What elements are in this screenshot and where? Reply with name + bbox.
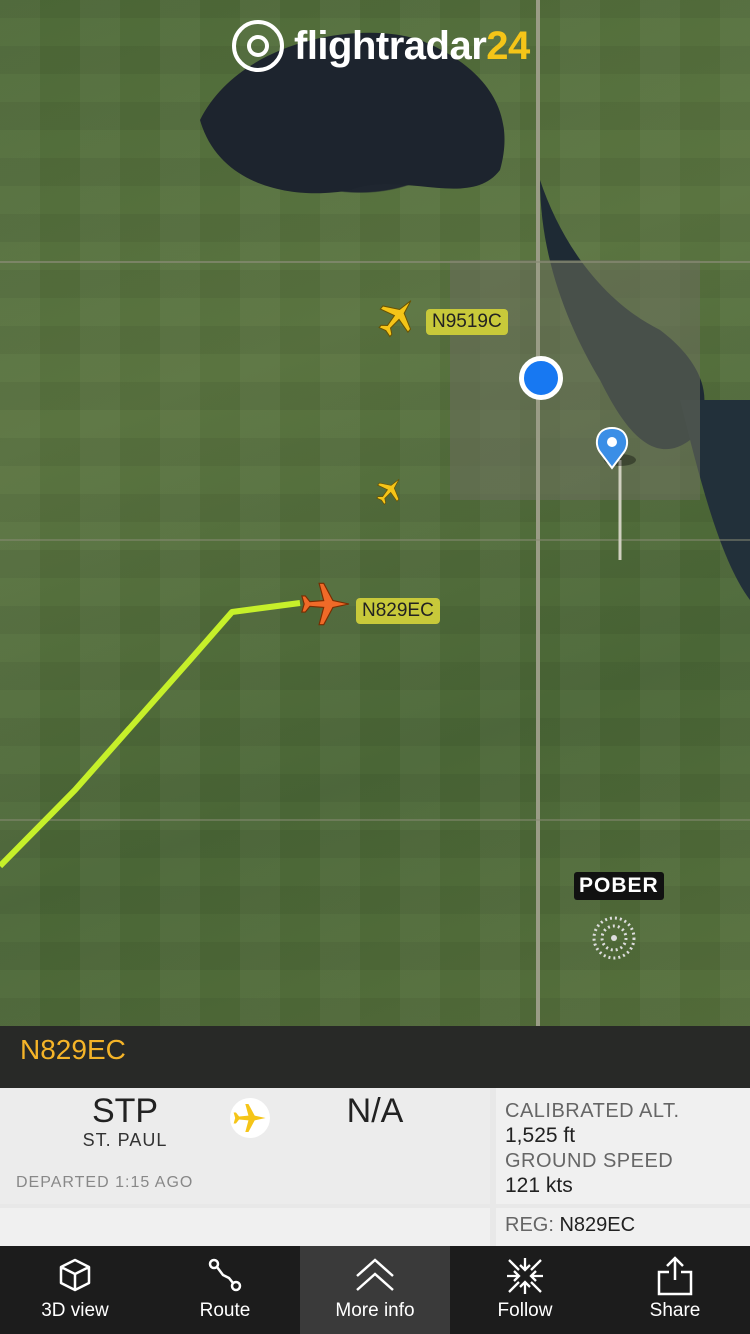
aircraft-icon[interactable] [371, 289, 425, 344]
reg-value: N829EC [559, 1214, 636, 1236]
flightradar-logo: flightradar24 [232, 16, 532, 76]
route-button[interactable]: Route [150, 1246, 300, 1334]
flight-track [0, 600, 301, 869]
destination-code: N/A [346, 1092, 404, 1130]
map-view[interactable]: flightradar24 N9519C N829EC POBER [0, 0, 750, 1026]
route-progress-strip [0, 1208, 490, 1246]
flight-banner[interactable]: N829EC [0, 1026, 750, 1088]
calibrated-alt-label: CALIBRATED ALT. [505, 1100, 680, 1122]
aircraft-label[interactable]: N9519C [426, 309, 508, 335]
reg-label: REG: [505, 1214, 554, 1236]
waypoint-marker [592, 916, 636, 960]
selected-aircraft-icon[interactable] [301, 582, 350, 626]
calibrated-alt-value: 1,525 ft [505, 1124, 576, 1147]
flight-info-panel: STP ST. PAUL N/A DEPARTED 1:15 AGO CALIB… [0, 1088, 750, 1246]
bottom-toolbar: 3D view Route More info Follow Share [0, 1246, 750, 1334]
flight-stats: CALIBRATED ALT. 1,525 ft GROUND SPEED 12… [496, 1088, 750, 1204]
toolbar-label: Follow [497, 1300, 553, 1321]
toolbar-label: 3D view [41, 1300, 109, 1321]
more-info-button[interactable]: More info [300, 1246, 450, 1334]
share-icon [657, 1256, 693, 1296]
follow-icon [507, 1258, 543, 1294]
3d-view-button[interactable]: 3D view [0, 1246, 150, 1334]
plane-icon [230, 1098, 270, 1138]
toolbar-label: More info [335, 1300, 415, 1321]
follow-button[interactable]: Follow [450, 1246, 600, 1334]
origin-city: ST. PAUL [82, 1130, 168, 1150]
registration: REG: N829EC [496, 1208, 750, 1246]
departed-time: DEPARTED 1:15 AGO [16, 1174, 194, 1191]
toolbar-label: Route [199, 1300, 251, 1321]
cube-icon [59, 1258, 91, 1292]
aircraft-icon[interactable] [371, 471, 409, 509]
ground-speed-value: 121 kts [505, 1174, 573, 1197]
chevron-up-icon [356, 1258, 394, 1291]
toolbar-label: Share [649, 1300, 701, 1321]
brand-text: flightradar [294, 23, 487, 68]
origin-code: STP [91, 1092, 159, 1130]
flight-callsign: N829EC [20, 1034, 126, 1065]
radar-logo-icon [232, 20, 284, 72]
brand-number: 24 [486, 23, 530, 68]
ground-speed-label: GROUND SPEED [505, 1150, 674, 1172]
route-icon [208, 1258, 242, 1292]
waypoint-label: POBER [574, 872, 664, 900]
share-button[interactable]: Share [600, 1246, 750, 1334]
route-box: STP ST. PAUL N/A DEPARTED 1:15 AGO [0, 1088, 490, 1204]
selected-aircraft-label[interactable]: N829EC [356, 598, 440, 624]
current-location-dot [519, 356, 563, 400]
